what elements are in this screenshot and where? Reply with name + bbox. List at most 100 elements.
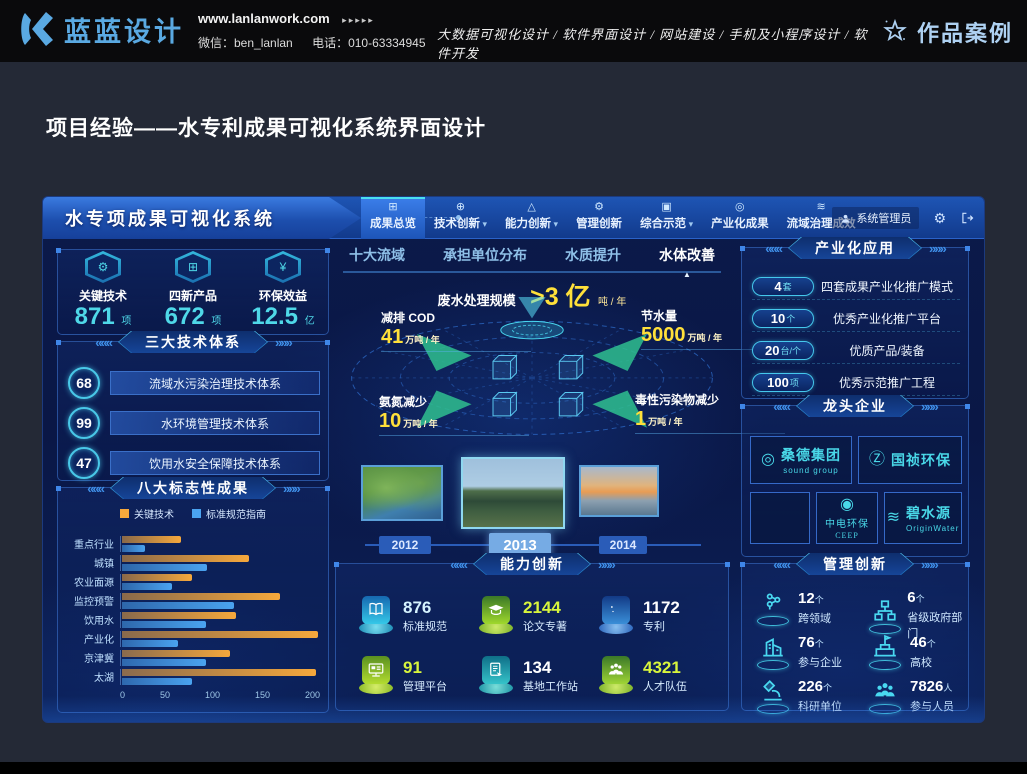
bottom-strip <box>0 762 1027 774</box>
money-hex-icon: ¥ <box>265 251 301 283</box>
tech-systems-panel: 三大技术体系 68 流域水污染治理技术体系 99 水环境管理技术体系 47 饮用… <box>57 341 329 481</box>
admin-user-chip[interactable]: 系统管理员 <box>832 207 919 229</box>
seal-icon: ◉ <box>840 496 854 513</box>
tech-system-label: 流域水污染治理技术体系 <box>110 371 320 395</box>
bottom-glow-decoration <box>43 696 984 722</box>
logo-ceep[interactable]: ◉ 中电环保 CEEP <box>816 492 878 544</box>
bar-category-label: 饮用水 <box>68 612 120 627</box>
tech-system-row: 68 流域水污染治理技术体系 <box>68 368 320 398</box>
logo-originwater[interactable]: ≋ 碧水源OriginWater <box>884 492 962 544</box>
dashboard-title-plate: 水专项成果可视化系统 <box>43 197 361 239</box>
bar-category-label: 产业化 <box>68 631 120 646</box>
tab-unit-distribution[interactable]: 承担单位分布 <box>443 245 527 265</box>
kpi-key-tech: ⚙ 关键技术 871 项 <box>58 250 148 334</box>
left-chevrons-icon <box>450 557 466 572</box>
capability-platforms: 91管理平台 <box>358 656 447 696</box>
gear-hex-icon: ⚙ <box>85 251 121 283</box>
center-tabs: 十大流域 承担单位分布 水质提升 水体改善 <box>343 245 721 273</box>
industry-row: 10个 优秀产业化推广平台 <box>752 306 960 332</box>
achievements-panel: 八大标志性成果 关键技术 标准规范指南 重点行业城镇农业面源监控预警饮用水产业化… <box>57 487 329 713</box>
settings-gear-icon[interactable]: ⚙ <box>933 211 946 225</box>
photo-2013[interactable] <box>461 457 565 529</box>
node-icon: ⊕ <box>456 201 465 213</box>
wechat-label: 微信：ben_lanlan <box>198 36 293 50</box>
bar-row: 农业面源 <box>68 572 320 591</box>
nav-item-overview[interactable]: ⊞ 成果总览 <box>361 197 425 239</box>
bar-category-label: 监控预警 <box>68 593 120 608</box>
tech-count-badge: 68 <box>68 367 100 399</box>
square-icon: ▣ <box>661 201 671 213</box>
logo-empty-slot[interactable] <box>750 492 810 544</box>
nav-item-demonstration[interactable]: ▣ 综合示范 <box>631 197 702 239</box>
monitor-icon <box>362 656 390 684</box>
kpi-new-products: ⊞ 四新产品 672 项 <box>148 250 238 334</box>
mgmt-enterprises: 76个参与企业 <box>756 634 842 670</box>
bar-标准规范指南 <box>122 659 206 666</box>
tab-ten-basins[interactable]: 十大流域 <box>349 245 405 265</box>
photo-2012[interactable] <box>361 465 443 521</box>
tech-systems-header: 三大技术体系 <box>58 331 328 353</box>
bar-关键技术 <box>122 669 316 676</box>
management-header: 管理创新 <box>742 553 968 575</box>
user-area: 系统管理员 ⚙ <box>832 197 974 239</box>
tech-count-badge: 99 <box>68 407 100 439</box>
bar-row: 太湖 <box>68 667 320 686</box>
spiral-icon: ◎ <box>761 452 775 468</box>
site-url: www.lanlanwork.com <box>198 11 330 26</box>
bar-标准规范指南 <box>122 602 234 609</box>
portfolio-label: 作品案例 <box>917 16 1013 48</box>
nav-item-management-innovation[interactable]: ⚙ 管理创新 <box>567 197 631 239</box>
left-chevrons-icon <box>87 481 103 496</box>
bar-关键技术 <box>122 593 280 600</box>
industry-count-pill: 20台/个 <box>752 341 814 360</box>
achievements-header: 八大标志性成果 <box>58 477 328 499</box>
capability-header: 能力创新 <box>336 553 728 575</box>
medal-icon: ◎ <box>735 201 745 213</box>
tab-water-improvement[interactable]: 水体改善 <box>659 245 715 265</box>
user-icon <box>840 213 851 224</box>
waves-icon: ≋ <box>816 201 825 213</box>
enterprises-title: 龙头企业 <box>797 395 913 417</box>
dashboard-title: 水专项成果可视化系统 <box>43 205 275 231</box>
document-pen-icon <box>482 656 510 684</box>
industry-count-pill: 4套 <box>752 277 814 296</box>
nav-item-tech-innovation[interactable]: ⊕ 技术创新 <box>425 197 496 239</box>
metric-cod: 减排 COD 41万吨 / 年 <box>381 309 531 352</box>
year-chip-2012[interactable]: 2012 <box>379 536 431 554</box>
cubes-hex-icon: ⊞ <box>175 251 211 283</box>
nav-item-industrialization[interactable]: ◎ 产业化成果 <box>702 197 778 239</box>
bar-row: 重点行业 <box>68 534 320 553</box>
graduation-cap-icon <box>482 596 510 624</box>
molecule-list-icon <box>760 590 786 616</box>
bar-category-label: 太湖 <box>68 669 120 684</box>
kpi-panel: ⚙ 关键技术 871 项 ⊞ 四新产品 672 项 ¥ 环保效益 12.5 亿 <box>57 249 329 335</box>
book-icon <box>362 596 390 624</box>
tech-count-badge: 47 <box>68 447 100 479</box>
logo-guozhen[interactable]: Ⓩ 国祯环保 <box>858 436 962 484</box>
tech-systems-title: 三大技术体系 <box>119 331 267 353</box>
tech-system-label: 水环境管理技术体系 <box>110 411 320 435</box>
industry-row: 20台/个 优质产品/装备 <box>752 338 960 364</box>
bar-关键技术 <box>122 536 181 543</box>
chart-legend: 关键技术 标准规范指南 <box>58 506 328 521</box>
industrialization-header: 产业化应用 <box>742 237 968 259</box>
capability-title: 能力创新 <box>474 553 590 575</box>
nav-item-capability-innovation[interactable]: △ 能力创新 <box>496 197 567 239</box>
right-chevrons-icon <box>598 557 614 572</box>
left-chevrons-icon <box>773 557 789 572</box>
legend-key-tech: 关键技术 <box>120 506 174 521</box>
left-chevrons-icon <box>765 241 781 256</box>
logo-sound-group[interactable]: ◎ 桑德集团sound group <box>750 436 852 484</box>
year-chip-2014[interactable]: 2014 <box>599 536 647 554</box>
photo-2014[interactable] <box>579 465 659 517</box>
dashboard: 水专项成果可视化系统 ⊞ 成果总览 ⊕ 技术创新 △ 能力创新 ⚙ 管理 <box>42 196 985 723</box>
admin-user-label: 系统管理员 <box>856 210 911 226</box>
capability-patents: 1172专利 <box>598 596 680 636</box>
management-title: 管理创新 <box>797 553 913 575</box>
portfolio-link[interactable]: 作品案例 <box>881 16 1013 48</box>
tab-water-quality[interactable]: 水质提升 <box>565 245 621 265</box>
logout-icon[interactable] <box>960 211 974 225</box>
metric-ammonia: 氨氮减少 10万吨 / 年 <box>379 393 529 436</box>
capability-stations: 134基地工作站 <box>478 656 578 696</box>
site-logo[interactable]: 蓝蓝设计 <box>16 9 184 49</box>
